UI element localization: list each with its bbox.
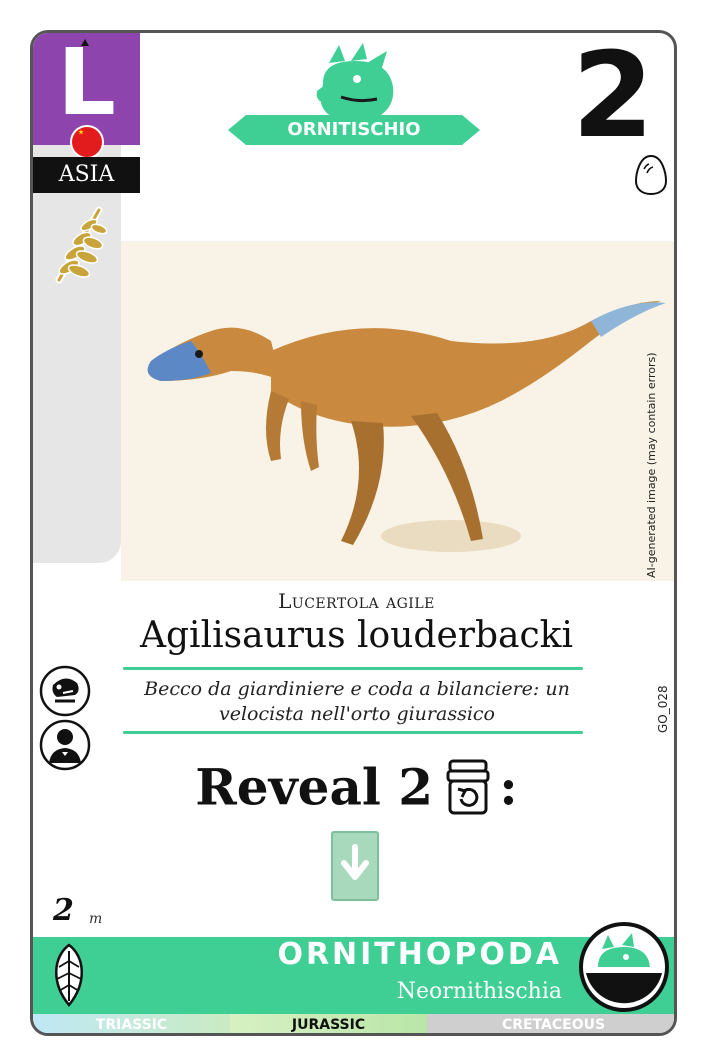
period-bar: TRIASSIC JURASSIC CRETACEOUS (33, 1014, 674, 1033)
suborder-name: Neornithischia (396, 979, 562, 1004)
size-arrow-icon (81, 39, 89, 46)
flavor-line-2: velocista nell'orto giurassico (218, 703, 495, 725)
cost-number: 2 (571, 30, 654, 164)
flavor-line-1: Becco da giardiniere e coda a bilanciere… (144, 678, 570, 700)
leaf-feather-icon (55, 943, 83, 1007)
period-jurassic: JURASSIC (230, 1014, 427, 1033)
length-value: 2 (53, 893, 74, 928)
flavor-bottom-rule (123, 731, 583, 734)
period-triassic: TRIASSIC (33, 1014, 230, 1033)
scientific-name: Agilisaurus louderbacki (140, 615, 573, 656)
ability-text: Reveal 2 (195, 757, 434, 817)
size-class-letter: L (57, 30, 116, 136)
clade-banner-label: ORNITISCHIO (287, 119, 421, 140)
ability-line: Reveal 2 : (33, 757, 674, 817)
triceratops-badge-icon (579, 922, 669, 1012)
order-name: ORNITHOPODA (277, 937, 562, 972)
flavor-top-rule (123, 667, 583, 670)
down-arrow-icon (341, 844, 369, 880)
ability-colon: : (499, 757, 518, 817)
deck-reveal-icon (446, 759, 490, 815)
triceratops-head-icon (316, 43, 394, 119)
game-card[interactable]: L ASIA ORNITISCHIO 2 AI-generated image … (30, 30, 677, 1036)
egg-icon (634, 154, 668, 196)
ai-image-note: AI-generated image (may contain errors) (645, 352, 658, 578)
fern-leaf-icon (55, 206, 108, 284)
set-code: GO_028 (656, 685, 670, 733)
region-label: ASIA (58, 162, 115, 187)
dinosaur-illustration (121, 241, 674, 581)
common-name: Lucertola agile (278, 589, 435, 613)
china-flag-icon (70, 125, 104, 159)
flavor-text: Becco da giardiniere e coda a bilanciere… (117, 677, 597, 727)
period-cretaceous: CRETACEOUS (427, 1014, 674, 1033)
green-card-down-arrow-icon (331, 831, 379, 901)
length-unit: m (89, 911, 103, 927)
bone-fight-icon (39, 665, 91, 717)
